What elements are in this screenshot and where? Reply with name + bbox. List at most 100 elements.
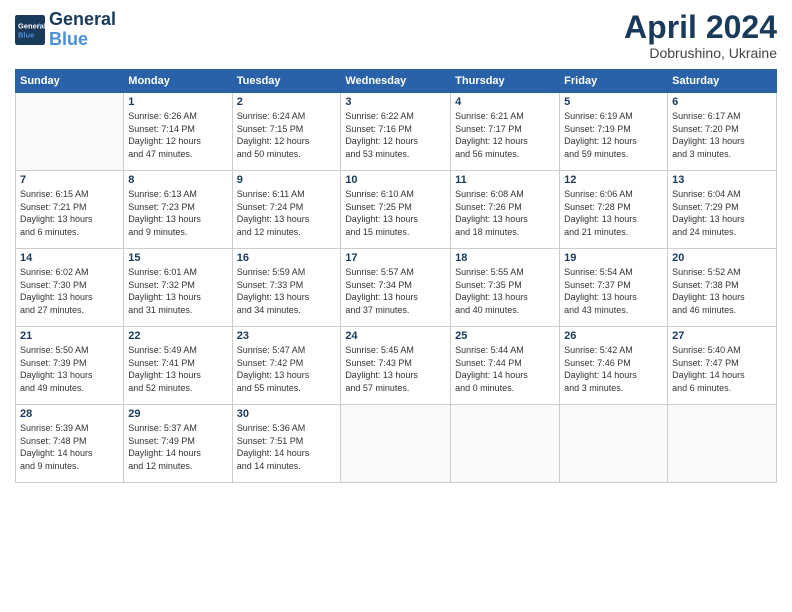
col-sunday: Sunday [16, 70, 124, 93]
day-cell: 1Sunrise: 6:26 AMSunset: 7:14 PMDaylight… [124, 93, 232, 171]
day-cell: 30Sunrise: 5:36 AMSunset: 7:51 PMDayligh… [232, 405, 341, 483]
day-info: Sunrise: 6:13 AMSunset: 7:23 PMDaylight:… [128, 188, 227, 238]
day-number: 8 [128, 174, 227, 186]
day-info: Sunrise: 5:47 AMSunset: 7:42 PMDaylight:… [237, 344, 337, 394]
day-cell: 23Sunrise: 5:47 AMSunset: 7:42 PMDayligh… [232, 327, 341, 405]
day-number: 24 [345, 330, 446, 342]
day-cell: 26 Sunrise: 5:42 AMSunset: 7:46 PMDayligh… [560, 327, 668, 405]
week-row-2: 7 Sunrise: 6:15 AMSunset: 7:21 PMDaylight… [16, 171, 777, 249]
day-cell [668, 405, 777, 483]
header: General Blue General Blue April 2024 Dob… [15, 10, 777, 61]
day-info: Sunrise: 5:54 AMSunset: 7:37 PMDaylight:… [564, 266, 663, 316]
day-cell: 16 Sunrise: 5:59 AMSunset: 7:33 PMDayligh… [232, 249, 341, 327]
logo: General Blue General Blue [15, 10, 116, 50]
day-number: 26 [564, 330, 663, 342]
day-number: 29 [128, 408, 227, 420]
day-number: 3 [345, 96, 446, 108]
day-number: 15 [128, 252, 227, 264]
day-info: Sunrise: 5:40 AMSunset: 7:47 PMDaylight:… [672, 344, 772, 394]
day-cell: 17 Sunrise: 5:57 AMSunset: 7:34 PMDayligh… [341, 249, 451, 327]
day-cell: 8 Sunrise: 6:13 AMSunset: 7:23 PMDaylight… [124, 171, 232, 249]
day-cell: 6 Sunrise: 6:17 AMSunset: 7:20 PMDaylight… [668, 93, 777, 171]
logo-icon: General Blue [15, 15, 45, 45]
day-info: Sunrise: 6:19 AMSunset: 7:19 PMDaylight:… [564, 110, 663, 160]
location: Dobrushino, Ukraine [624, 45, 777, 61]
day-cell: 7 Sunrise: 6:15 AMSunset: 7:21 PMDaylight… [16, 171, 124, 249]
day-number: 17 [345, 252, 446, 264]
week-row-5: 28Sunrise: 5:39 AMSunset: 7:48 PMDayligh… [16, 405, 777, 483]
day-cell: 19Sunrise: 5:54 AMSunset: 7:37 PMDayligh… [560, 249, 668, 327]
day-cell: 4 Sunrise: 6:21 AMSunset: 7:17 PMDaylight… [451, 93, 560, 171]
day-info: Sunrise: 5:45 AMSunset: 7:43 PMDaylight:… [345, 344, 446, 394]
day-number: 27 [672, 330, 772, 342]
day-info: Sunrise: 6:21 AMSunset: 7:17 PMDaylight:… [455, 110, 555, 160]
day-info: Sunrise: 6:01 AMSunset: 7:32 PMDaylight:… [128, 266, 227, 316]
day-number: 11 [455, 174, 555, 186]
week-row-4: 21 Sunrise: 5:50 AMSunset: 7:39 PMDayligh… [16, 327, 777, 405]
day-cell: 13 Sunrise: 6:04 AMSunset: 7:29 PMDayligh… [668, 171, 777, 249]
day-cell: 3Sunrise: 6:22 AMSunset: 7:16 PMDaylight… [341, 93, 451, 171]
day-cell: 12 Sunrise: 6:06 AMSunset: 7:28 PMDayligh… [560, 171, 668, 249]
month-title: April 2024 [624, 10, 777, 45]
day-info: Sunrise: 5:57 AMSunset: 7:34 PMDaylight:… [345, 266, 446, 316]
day-info: Sunrise: 6:02 AMSunset: 7:30 PMDaylight:… [20, 266, 119, 316]
day-cell: 28Sunrise: 5:39 AMSunset: 7:48 PMDayligh… [16, 405, 124, 483]
day-number: 7 [20, 174, 119, 186]
day-info: Sunrise: 5:55 AMSunset: 7:35 PMDaylight:… [455, 266, 555, 316]
day-info: Sunrise: 5:44 AMSunset: 7:44 PMDaylight:… [455, 344, 555, 394]
day-info: Sunrise: 5:52 AMSunset: 7:38 PMDaylight:… [672, 266, 772, 316]
day-number: 25 [455, 330, 555, 342]
week-row-3: 14 Sunrise: 6:02 AMSunset: 7:30 PMDayligh… [16, 249, 777, 327]
day-info: Sunrise: 6:04 AMSunset: 7:29 PMDaylight:… [672, 188, 772, 238]
day-cell: 22Sunrise: 5:49 AMSunset: 7:41 PMDayligh… [124, 327, 232, 405]
day-info: Sunrise: 6:11 AMSunset: 7:24 PMDaylight:… [237, 188, 337, 238]
day-cell [560, 405, 668, 483]
day-cell: 18 Sunrise: 5:55 AMSunset: 7:35 PMDayligh… [451, 249, 560, 327]
day-number: 16 [237, 252, 337, 264]
day-info: Sunrise: 6:15 AMSunset: 7:21 PMDaylight:… [20, 188, 119, 238]
day-number: 10 [345, 174, 446, 186]
col-saturday: Saturday [668, 70, 777, 93]
day-info: Sunrise: 6:06 AMSunset: 7:28 PMDaylight:… [564, 188, 663, 238]
day-info: Sunrise: 6:10 AMSunset: 7:25 PMDaylight:… [345, 188, 446, 238]
svg-text:Blue: Blue [18, 30, 34, 39]
day-info: Sunrise: 5:42 AMSunset: 7:46 PMDaylight:… [564, 344, 663, 394]
calendar-header-row: Sunday Monday Tuesday Wednesday Thursday… [16, 70, 777, 93]
day-cell: 10 Sunrise: 6:10 AMSunset: 7:25 PMDayligh… [341, 171, 451, 249]
day-number: 13 [672, 174, 772, 186]
day-number: 5 [564, 96, 663, 108]
day-cell: 5 Sunrise: 6:19 AMSunset: 7:19 PMDaylight… [560, 93, 668, 171]
day-number: 30 [237, 408, 337, 420]
day-cell: 20 Sunrise: 5:52 AMSunset: 7:38 PMDayligh… [668, 249, 777, 327]
col-wednesday: Wednesday [341, 70, 451, 93]
day-info: Sunrise: 5:59 AMSunset: 7:33 PMDaylight:… [237, 266, 337, 316]
day-number: 14 [20, 252, 119, 264]
day-number: 6 [672, 96, 772, 108]
day-number: 21 [20, 330, 119, 342]
logo-text: General Blue [49, 10, 116, 50]
day-number: 20 [672, 252, 772, 264]
day-cell: 9Sunrise: 6:11 AMSunset: 7:24 PMDaylight… [232, 171, 341, 249]
day-cell [341, 405, 451, 483]
title-block: April 2024 Dobrushino, Ukraine [624, 10, 777, 61]
col-friday: Friday [560, 70, 668, 93]
day-info: Sunrise: 5:50 AMSunset: 7:39 PMDaylight:… [20, 344, 119, 394]
day-number: 28 [20, 408, 119, 420]
col-monday: Monday [124, 70, 232, 93]
day-number: 18 [455, 252, 555, 264]
day-info: Sunrise: 6:26 AMSunset: 7:14 PMDaylight:… [128, 110, 227, 160]
day-cell: 25 Sunrise: 5:44 AMSunset: 7:44 PMDayligh… [451, 327, 560, 405]
day-number: 12 [564, 174, 663, 186]
day-info: Sunrise: 6:08 AMSunset: 7:26 PMDaylight:… [455, 188, 555, 238]
day-info: Sunrise: 5:49 AMSunset: 7:41 PMDaylight:… [128, 344, 227, 394]
col-tuesday: Tuesday [232, 70, 341, 93]
day-cell: 2Sunrise: 6:24 AMSunset: 7:15 PMDaylight… [232, 93, 341, 171]
page: General Blue General Blue April 2024 Dob… [0, 0, 792, 612]
col-thursday: Thursday [451, 70, 560, 93]
day-cell: 15 Sunrise: 6:01 AMSunset: 7:32 PMDayligh… [124, 249, 232, 327]
day-number: 4 [455, 96, 555, 108]
day-info: Sunrise: 6:17 AMSunset: 7:20 PMDaylight:… [672, 110, 772, 160]
day-cell: 14 Sunrise: 6:02 AMSunset: 7:30 PMDayligh… [16, 249, 124, 327]
calendar-table: Sunday Monday Tuesday Wednesday Thursday… [15, 69, 777, 483]
day-cell [16, 93, 124, 171]
